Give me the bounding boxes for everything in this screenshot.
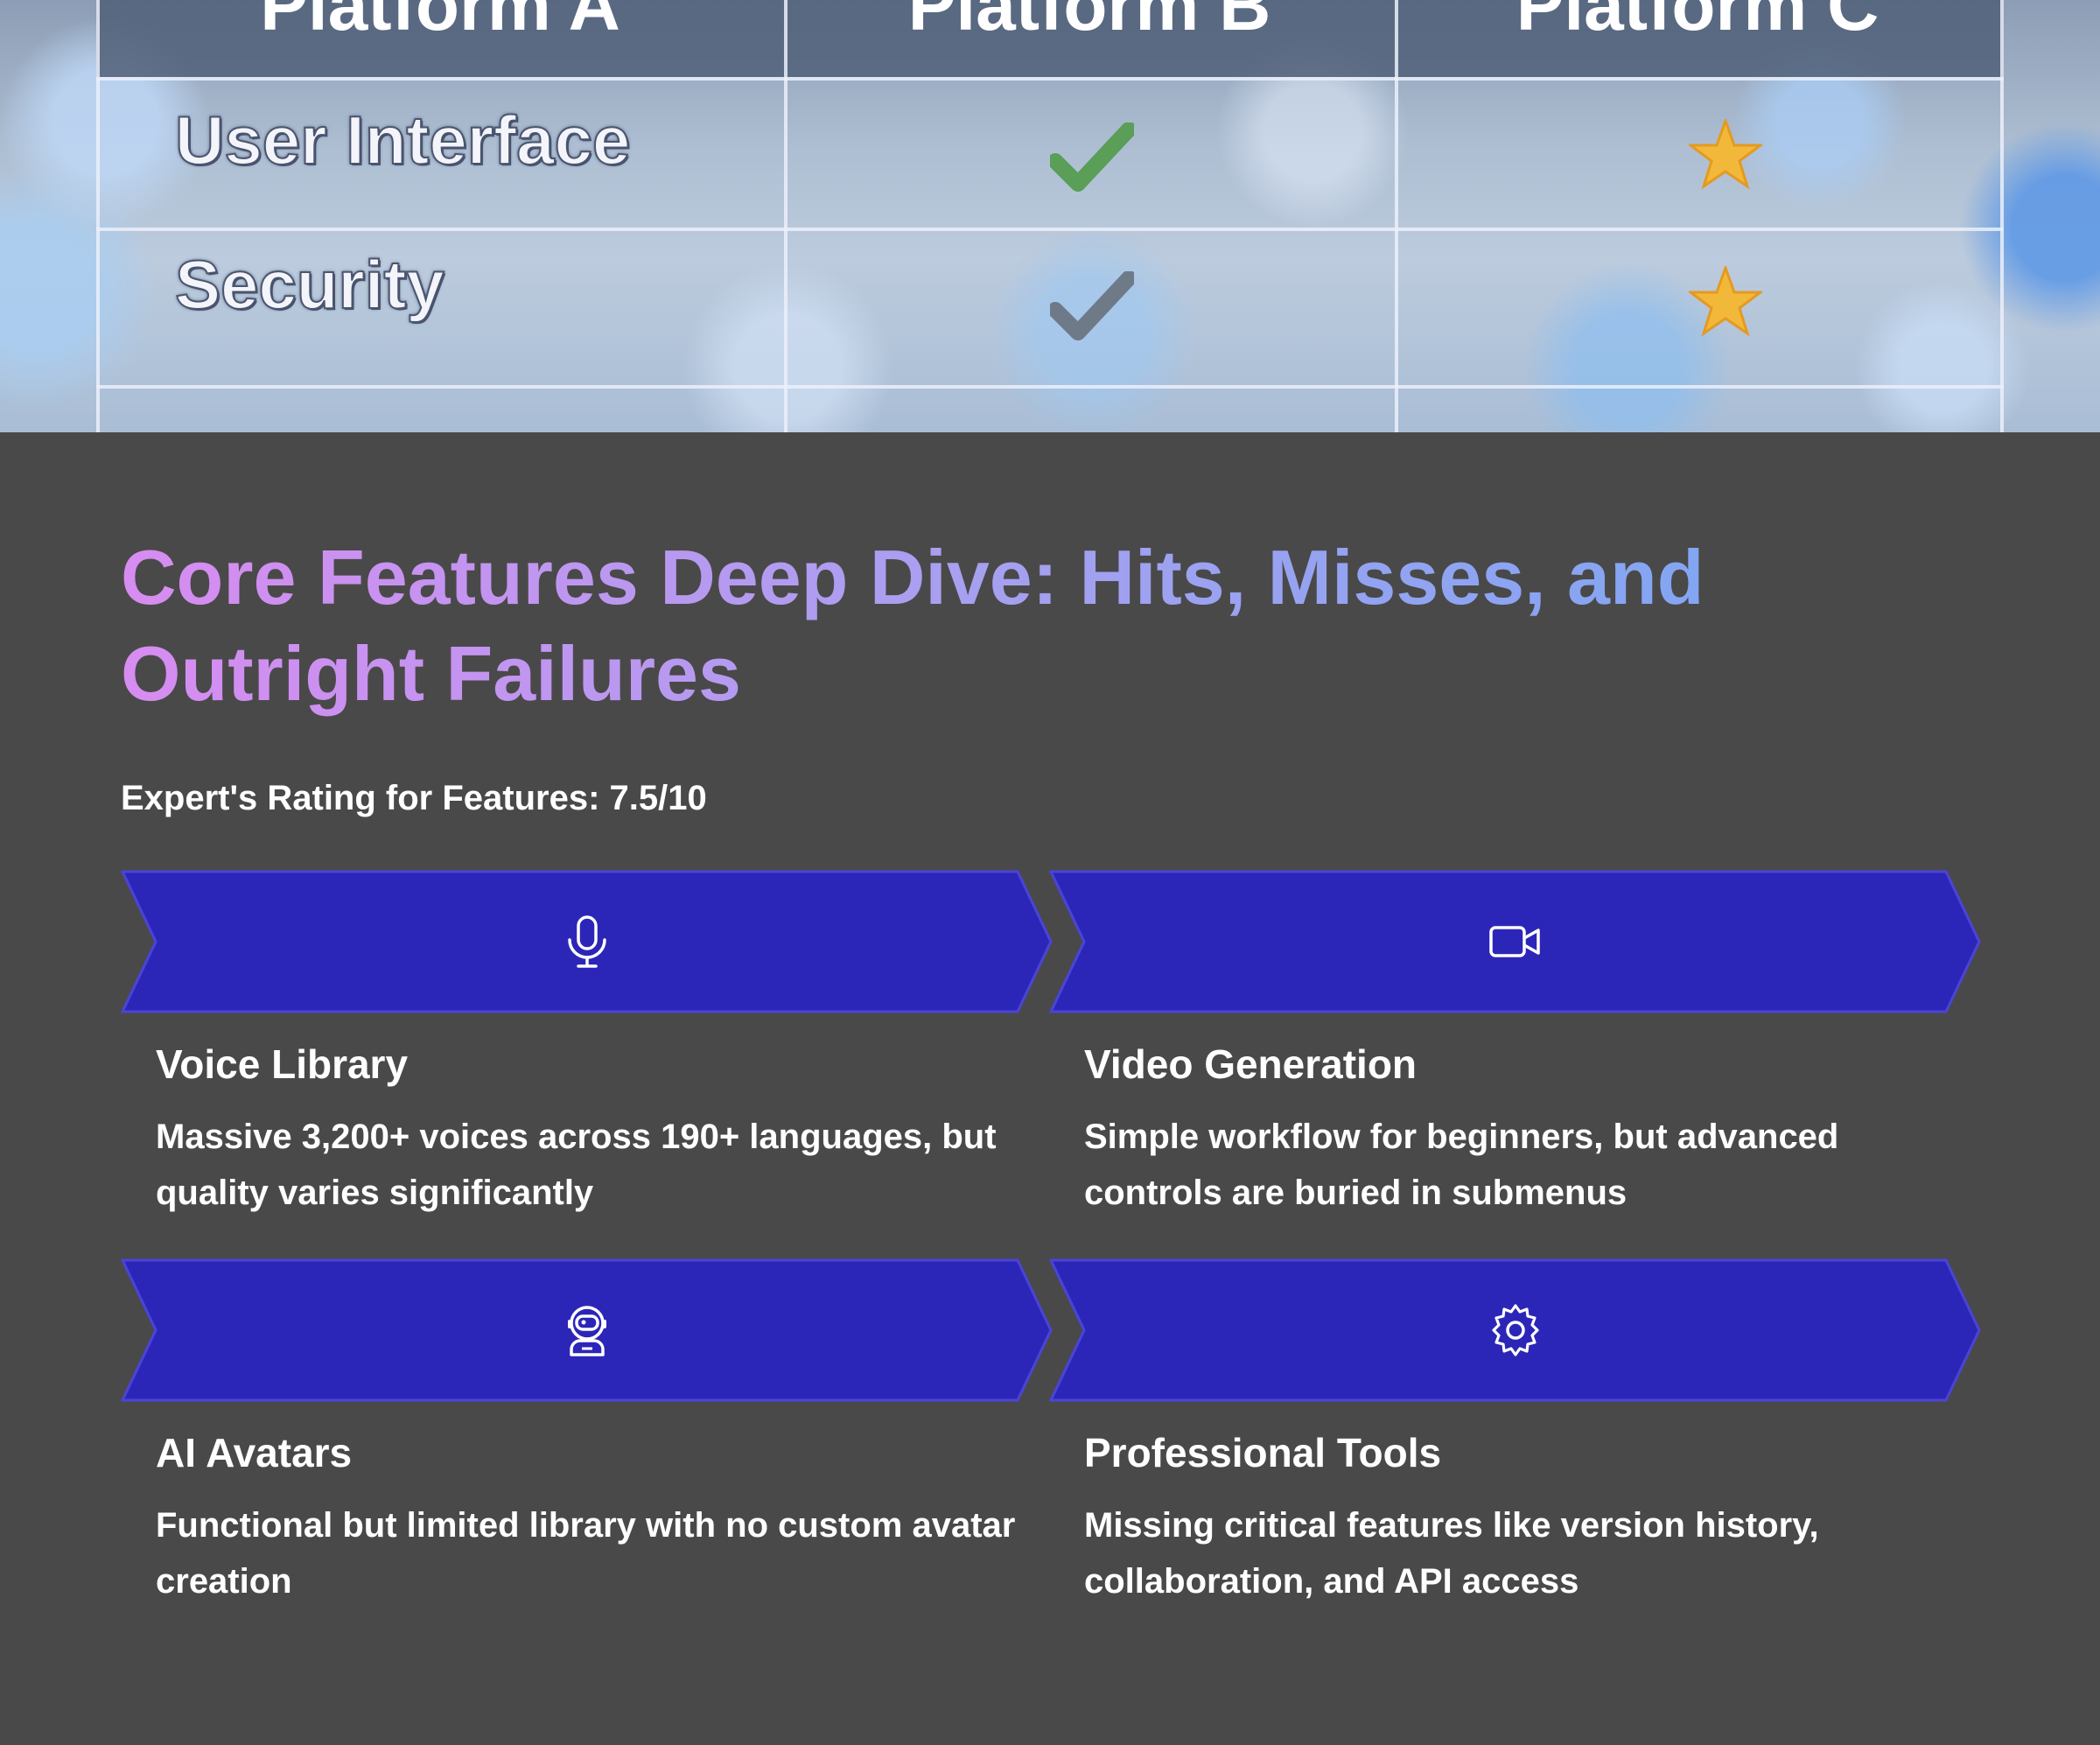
- comparison-table: Platform A Platform B Platform C User In…: [96, 0, 2004, 432]
- feature-arrow-banner: [1049, 1258, 1981, 1402]
- table-divider: [96, 228, 2004, 231]
- feature-arrow-banner: [1049, 870, 1981, 1013]
- table-divider: [96, 0, 100, 432]
- section-title: Core Features Deep Dive: Hits, Misses, a…: [121, 529, 2002, 722]
- row-label-user-interface: User Interface: [174, 101, 631, 179]
- feature-arrow-banner: [121, 1258, 1053, 1402]
- expert-rating: Expert's Rating for Features: 7.5/10: [121, 779, 707, 817]
- feature-title: Video Generation: [1084, 1041, 1418, 1087]
- column-header-platform-b: Platform B: [907, 0, 1271, 46]
- feature-title: Voice Library: [156, 1041, 409, 1087]
- star-icon: [1689, 266, 1762, 336]
- comparison-table-image: Platform A Platform B Platform C User In…: [0, 0, 2100, 432]
- feature-description: Massive 3,200+ voices across 190+ langua…: [156, 1118, 997, 1212]
- column-header-platform-a: Platform A: [260, 0, 620, 46]
- table-divider: [784, 0, 788, 432]
- table-divider: [2000, 0, 2004, 432]
- table-divider: [96, 77, 2004, 81]
- star-icon: [1689, 119, 1762, 189]
- video-camera-icon: [1488, 926, 1540, 957]
- column-header-platform-c: Platform C: [1516, 0, 1880, 46]
- microphone-icon: [567, 915, 606, 968]
- feature-title: AI Avatars: [156, 1430, 353, 1475]
- feature-title: Professional Tools: [1084, 1430, 1442, 1475]
- feature-arrow-banner: [121, 870, 1053, 1013]
- astronaut-avatar-icon: [567, 1306, 606, 1356]
- gray-checkmark-icon: [1050, 271, 1134, 340]
- table-divider: [96, 385, 2004, 389]
- feature-description: Missing critical features like version h…: [1084, 1506, 1819, 1601]
- feature-description: Simple workflow for beginners, but advan…: [1084, 1118, 1839, 1212]
- feature-description: Functional but limited library with no c…: [156, 1506, 1016, 1601]
- row-label-security: Security: [174, 245, 445, 324]
- table-divider: [1395, 0, 1398, 432]
- green-checkmark-icon: [1050, 123, 1134, 192]
- gear-icon: [1491, 1304, 1539, 1356]
